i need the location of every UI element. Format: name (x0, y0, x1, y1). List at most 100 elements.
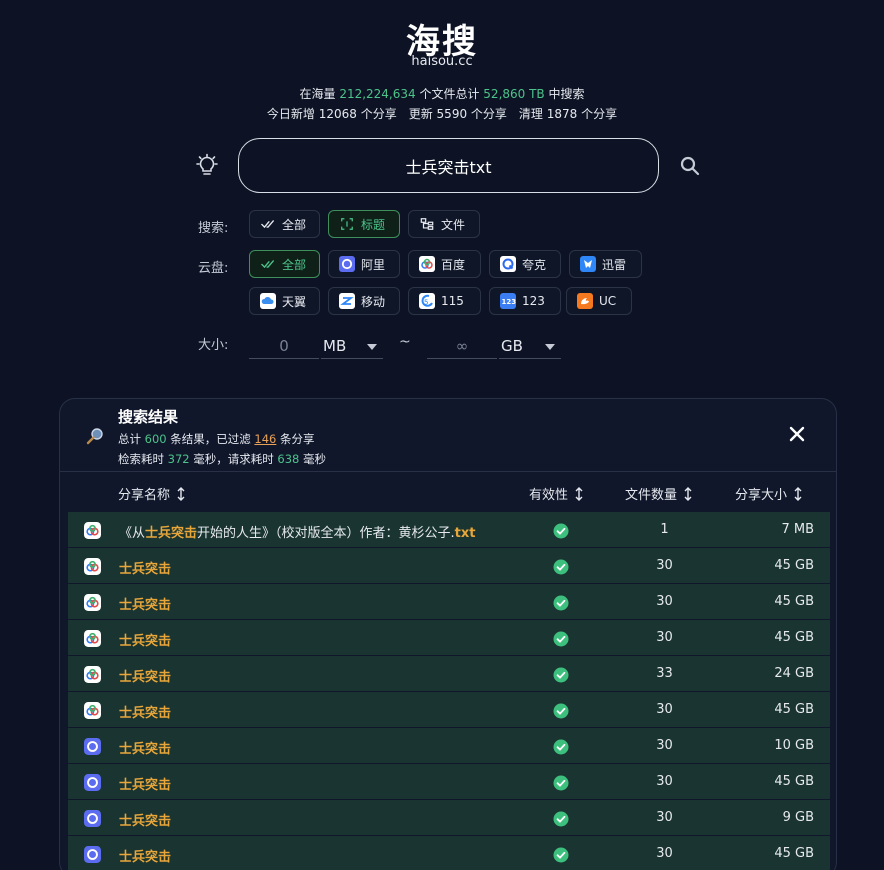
chip-label: 全部 (282, 257, 307, 272)
name-text: 《从 (119, 526, 146, 541)
chip-label: 全部 (282, 217, 307, 232)
svg-text:123: 123 (502, 298, 517, 306)
results-header: 搜索结果 总计 600 条结果，已过滤 146 条分享 检索耗时 372 毫秒，… (60, 399, 836, 472)
share-size: 10 GB (774, 738, 814, 753)
file-count: 30 (656, 738, 673, 753)
close-icon[interactable] (788, 425, 806, 443)
search-option-all[interactable]: 全部 (249, 210, 320, 238)
search-icon[interactable] (679, 155, 701, 177)
search-type-label: 搜索: (198, 221, 229, 236)
column-label: 文件数量 (625, 488, 678, 503)
valid-check-icon (553, 739, 569, 755)
chip-label: 文件 (441, 217, 466, 232)
search-option-title[interactable]: 标题 (328, 210, 400, 238)
valid-check-icon (553, 847, 569, 863)
column-label: 分享大小 (735, 488, 788, 503)
tianyi-cloud-icon (260, 293, 276, 309)
share-size: 45 GB (774, 558, 814, 573)
share-size: 9 GB (782, 810, 814, 825)
cloud-option-xunlei[interactable]: 迅雷 (569, 250, 642, 278)
size-separator: ~ (399, 334, 411, 350)
valid-check-icon (553, 595, 569, 611)
chip-label: 移动 (361, 294, 386, 309)
size-max-input[interactable]: ∞ (427, 333, 497, 359)
column-valid-header[interactable]: 有效性 (529, 484, 584, 503)
table-row[interactable]: 士兵突击 30 10 GB (68, 728, 830, 764)
column-count-header[interactable]: 文件数量 (625, 484, 693, 503)
aliyun-icon (84, 810, 101, 827)
quark-icon (500, 256, 516, 272)
stats-suffix: 中搜索 (544, 87, 585, 101)
baidu-cloud-icon (84, 558, 101, 575)
aliyun-icon (84, 774, 101, 791)
table-row[interactable]: 《从士兵突击开始的人生》（校对版全本）作者：黄杉公子.txt 1 7 MB (68, 512, 830, 548)
share-size: 45 GB (774, 702, 814, 717)
size-min-unit-select[interactable]: MB (321, 333, 383, 359)
valid-check-icon (553, 523, 569, 539)
cloud-option-115[interactable]: 5 115 (408, 287, 481, 315)
cloud-option-tianyi[interactable]: 天翼 (249, 287, 320, 315)
cloud-option-uc[interactable]: UC (566, 287, 632, 315)
stats-prefix: 在海量 (299, 87, 340, 101)
cloud-option-mobile[interactable]: 移动 (328, 287, 400, 315)
stats-mid: 个文件总计 (415, 87, 484, 101)
baidu-cloud-icon (84, 522, 101, 539)
search-input[interactable] (238, 138, 659, 193)
file-count: 1 (660, 522, 669, 537)
file-tree-icon (419, 216, 435, 232)
double-check-icon (260, 256, 276, 272)
column-name-header[interactable]: 分享名称 (118, 484, 186, 503)
column-size-header[interactable]: 分享大小 (735, 484, 803, 503)
search-option-file[interactable]: 文件 (408, 210, 480, 238)
table-row[interactable]: 士兵突击 30 45 GB (68, 548, 830, 584)
results-panel: 搜索结果 总计 600 条结果，已过滤 146 条分享 检索耗时 372 毫秒，… (59, 398, 837, 870)
table-row[interactable]: 士兵突击 30 45 GB (68, 620, 830, 656)
table-header: 分享名称 有效性 文件数量 分享大小 (60, 473, 836, 511)
name-text: 开始的人生》（校对版全本）作者：黄杉公子. (197, 526, 455, 541)
baidu-cloud-icon (419, 256, 435, 272)
svg-text:5: 5 (424, 299, 428, 307)
share-name[interactable]: 士兵突击 (119, 666, 171, 685)
double-check-icon (260, 216, 276, 232)
share-name[interactable]: 士兵突击 (119, 594, 171, 613)
cloud-option-123[interactable]: 123 123 (489, 287, 561, 315)
cloud-option-all[interactable]: 全部 (249, 250, 320, 278)
file-count: 30 (656, 630, 673, 645)
filtered-count-link[interactable]: 146 (254, 432, 276, 446)
123-icon: 123 (500, 293, 516, 309)
share-name[interactable]: 《从士兵突击开始的人生》（校对版全本）作者：黄杉公子.txt (119, 522, 476, 541)
table-row[interactable]: 士兵突击 30 45 GB (68, 692, 830, 728)
results-table: 《从士兵突击开始的人生》（校对版全本）作者：黄杉公子.txt 1 7 MB 士兵… (68, 512, 830, 870)
request-time: 638 (277, 452, 300, 466)
cloud-option-baidu[interactable]: 百度 (408, 250, 481, 278)
table-row[interactable]: 士兵突击 30 45 GB (68, 584, 830, 620)
cloud-option-aliyun[interactable]: 阿里 (328, 250, 400, 278)
size-min-input[interactable]: 0 (249, 333, 319, 359)
search-time: 372 (167, 452, 190, 466)
cloud-option-quark[interactable]: 夸克 (489, 250, 561, 278)
share-name[interactable]: 士兵突击 (119, 702, 171, 721)
aliyun-icon (84, 738, 101, 755)
table-row[interactable]: 士兵突击 33 24 GB (68, 656, 830, 692)
results-title: 搜索结果 (118, 408, 179, 426)
table-row[interactable]: 士兵突击 30 9 GB (68, 800, 830, 836)
share-name[interactable]: 士兵突击 (119, 774, 171, 793)
chip-label: 百度 (441, 257, 466, 272)
share-name[interactable]: 士兵突击 (119, 630, 171, 649)
share-name[interactable]: 士兵突击 (119, 738, 171, 757)
table-row[interactable]: 士兵突击 30 45 GB (68, 764, 830, 800)
results-summary: 总计 600 条结果，已过滤 146 条分享 (118, 431, 315, 447)
size-max-unit-select[interactable]: GB (499, 333, 561, 359)
chip-label: 夸克 (522, 257, 547, 272)
baidu-cloud-icon (84, 630, 101, 647)
share-name[interactable]: 士兵突击 (119, 846, 171, 865)
summary-text: 条结果，已过滤 (166, 432, 255, 446)
share-name[interactable]: 士兵突击 (119, 558, 171, 577)
share-size: 24 GB (774, 666, 814, 681)
valid-check-icon (553, 775, 569, 791)
share-name[interactable]: 士兵突击 (119, 810, 171, 829)
chip-label: 阿里 (361, 257, 386, 272)
table-row[interactable]: 士兵突击 30 45 GB (68, 836, 830, 870)
lightbulb-icon[interactable] (194, 153, 220, 179)
sort-icon (684, 486, 692, 501)
